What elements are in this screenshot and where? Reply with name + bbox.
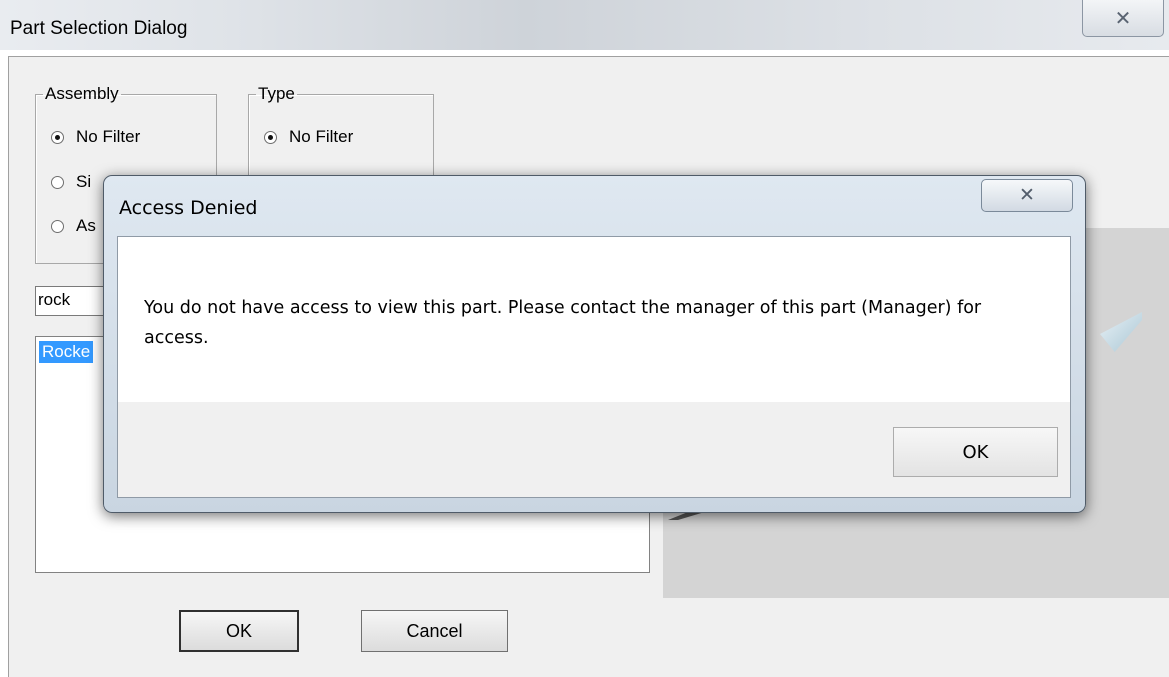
list-item[interactable]: Rocke [39,341,94,363]
window-title: Part Selection Dialog [10,18,188,39]
dialog-title: Access Denied [119,197,258,219]
message-area: You do not have access to view this part… [118,237,1070,402]
assembly-no-filter-radio[interactable]: No Filter [51,127,140,147]
close-button[interactable]: ✕ [1082,0,1164,37]
assembly-group-label: Assembly [45,84,119,103]
assembly-single-radio[interactable]: Si [51,172,91,192]
radio-label: As [76,216,96,235]
access-denied-dialog: Access Denied ✕ You do not have access t… [103,175,1086,513]
ok-button[interactable]: OK [179,610,299,652]
radio-label: No Filter [289,127,354,146]
close-icon: ✕ [1114,7,1132,30]
type-group-label: Type [258,84,295,103]
dialog-body: You do not have access to view this part… [117,236,1071,498]
type-no-filter-radio[interactable]: No Filter [264,127,353,147]
dialog-close-button[interactable]: ✕ [981,179,1073,212]
radio-selected-icon [51,130,64,144]
radio-label: Si [76,172,92,191]
dialog-ok-button[interactable]: OK [893,427,1058,477]
radio-unselected-icon [51,219,64,233]
message-text: You do not have access to view this part… [144,298,982,348]
radio-unselected-icon [51,175,64,189]
title-bar: Part Selection Dialog [0,0,1169,50]
radio-selected-icon [264,130,277,144]
radio-label: No Filter [76,127,141,146]
cancel-button[interactable]: Cancel [361,610,508,652]
assembly-assembly-radio[interactable]: As [51,216,96,236]
close-icon: ✕ [1019,185,1035,206]
